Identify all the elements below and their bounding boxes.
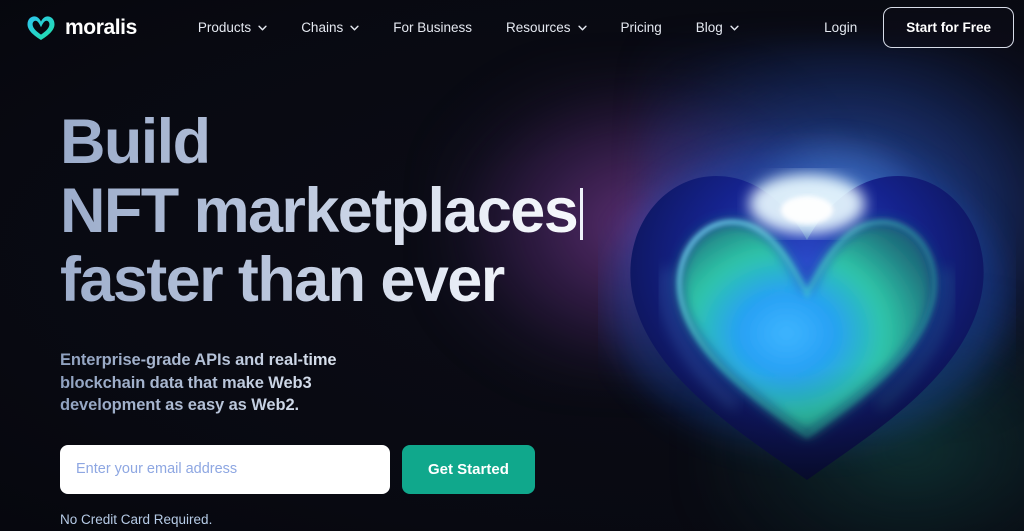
nav-actions: Login Start for Free — [810, 7, 1014, 48]
chevron-down-icon — [577, 25, 587, 30]
brand-logo[interactable]: moralis — [26, 15, 137, 41]
headline-line-3: faster than ever — [60, 245, 504, 315]
nav-item-chains[interactable]: Chains — [284, 12, 376, 43]
top-navigation-bar: moralis Products Chains For Business Res… — [0, 0, 1024, 55]
landing-page: moralis Products Chains For Business Res… — [0, 0, 1024, 531]
email-input[interactable] — [60, 444, 390, 494]
chevron-down-icon — [350, 25, 359, 30]
page-title: Build NFT marketplaces faster than ever — [60, 108, 720, 315]
nav-label: For Business — [393, 20, 472, 35]
chevron-down-icon — [258, 25, 267, 30]
nav-item-products[interactable]: Products — [181, 12, 284, 43]
chevron-down-icon — [730, 25, 739, 30]
nav-item-pricing[interactable]: Pricing — [604, 12, 679, 43]
brand-name: moralis — [65, 15, 137, 39]
nav-item-resources[interactable]: Resources — [489, 12, 604, 43]
get-started-button[interactable]: Get Started — [402, 444, 535, 494]
headline-line-1: Build — [60, 107, 210, 177]
moralis-heart-logo-icon — [27, 15, 55, 40]
nav-links: Products Chains For Business Resources P… — [181, 12, 756, 43]
no-credit-card-note: No Credit Card Required. — [60, 511, 213, 527]
start-for-free-button[interactable]: Start for Free — [883, 7, 1014, 48]
login-link[interactable]: Login — [810, 12, 871, 43]
hero-section: Build NFT marketplaces faster than ever … — [60, 108, 720, 527]
nav-label: Resources — [506, 20, 571, 35]
typing-caret — [580, 188, 584, 240]
nav-label: Pricing — [620, 20, 662, 35]
nav-item-for-business[interactable]: For Business — [376, 12, 489, 43]
nav-label: Products — [197, 20, 252, 35]
nav-label: Chains — [301, 20, 344, 35]
headline-typed-text: NFT marketplaces — [60, 176, 578, 246]
hero-subheading: Enterprise-grade APIs and real-time bloc… — [60, 349, 400, 417]
nav-label: Blog — [695, 20, 723, 35]
headline-line-2: NFT marketplaces — [60, 177, 720, 246]
nav-item-blog[interactable]: Blog — [679, 12, 756, 43]
signup-form: Get Started — [60, 444, 720, 494]
